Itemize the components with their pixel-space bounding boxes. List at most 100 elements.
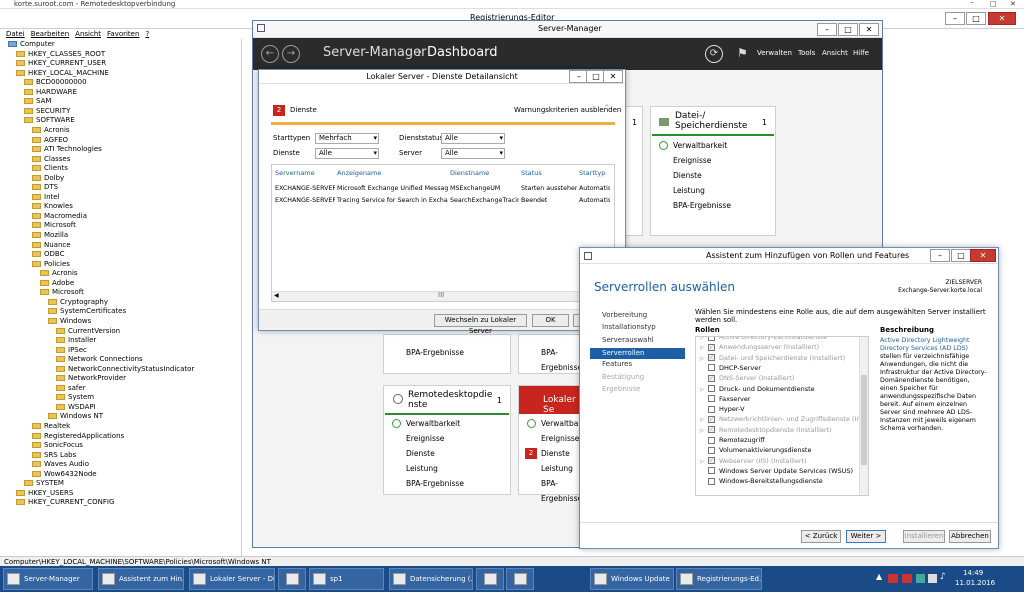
role-item[interactable]: Remotezugriff bbox=[700, 436, 765, 444]
goto-local-server-button[interactable]: Wechseln zu Lokaler Server bbox=[434, 314, 527, 335]
tree-node[interactable]: Installer bbox=[56, 336, 96, 346]
role-checkbox[interactable] bbox=[708, 436, 715, 444]
taskbar-button-9[interactable]: Windows Update bbox=[590, 568, 674, 590]
column-header[interactable]: Dienstname bbox=[450, 169, 489, 177]
role-checkbox[interactable] bbox=[708, 405, 715, 413]
role-item[interactable]: ▷ ✓ Anwendungsserver (Installiert) bbox=[700, 343, 819, 351]
card-item[interactable]: Ereignisse bbox=[519, 431, 579, 446]
card-top-left-partial[interactable]: 1 bbox=[623, 106, 643, 236]
role-item[interactable]: Windows-Bereitstellungsdienste bbox=[700, 477, 823, 485]
role-item[interactable]: ▷ Active Directory-Zertifikatdienste bbox=[700, 337, 827, 341]
taskbar-button-10[interactable]: Registrierungs-Ed... bbox=[676, 568, 762, 590]
tree-node[interactable]: Microsoft bbox=[32, 221, 76, 231]
collapse-chevron-icon[interactable]: ⌃ bbox=[603, 104, 611, 114]
card-item[interactable]: BPA-Ergebnisse bbox=[384, 476, 464, 491]
tray-shield-icon[interactable] bbox=[916, 574, 925, 583]
registry-menu-4[interactable]: ? bbox=[145, 30, 149, 38]
role-checkbox[interactable]: ✓ bbox=[708, 415, 715, 423]
card-left-bottom[interactable]: BPA-Ergebnisse bbox=[383, 334, 511, 374]
tree-node[interactable]: CurrentVersion bbox=[56, 327, 120, 337]
tree-node[interactable]: SystemCertificates bbox=[48, 307, 126, 317]
clock-time[interactable]: 14:49 bbox=[963, 569, 983, 577]
tree-node[interactable]: Adobe bbox=[40, 279, 74, 289]
taskbar-button-2[interactable]: Lokaler Server - Di... bbox=[189, 568, 275, 590]
wizard-nav-3[interactable]: Serverrollen bbox=[590, 347, 685, 359]
tree-node[interactable]: SonicFocus bbox=[32, 441, 83, 451]
tree-node[interactable]: ATI Technologies bbox=[32, 145, 102, 155]
card-remote-desktop[interactable]: Remotedesktopdienste 1 Verwaltbarkeit Ere… bbox=[383, 385, 511, 495]
column-header[interactable]: Status bbox=[521, 169, 542, 177]
sm-close-button[interactable]: ✕ bbox=[859, 23, 879, 36]
tree-node[interactable]: Windows bbox=[48, 317, 91, 327]
tree-node[interactable]: AGFEO bbox=[32, 136, 68, 146]
card-item[interactable]: Verwaltbarkeit bbox=[651, 138, 727, 153]
maximize-icon[interactable]: □ bbox=[990, 0, 997, 8]
column-header[interactable]: Servername bbox=[275, 169, 315, 177]
taskbar-button-3[interactable] bbox=[278, 568, 306, 590]
minimize-icon[interactable]: – bbox=[970, 0, 974, 6]
close-icon[interactable]: ✕ bbox=[1010, 0, 1016, 8]
tree-node[interactable]: HKEY_CLASSES_ROOT bbox=[16, 50, 105, 60]
card-item[interactable]: Leistung bbox=[651, 183, 705, 198]
tree-node[interactable]: WSDAPI bbox=[56, 403, 96, 413]
tree-node[interactable]: BCD00000000 bbox=[24, 78, 87, 88]
card-mid-bpa[interactable]: BPA-Ergebnisse bbox=[519, 345, 582, 372]
filter-select[interactable]: Alle bbox=[441, 133, 505, 144]
expand-arrow-icon[interactable]: ▷ bbox=[700, 417, 708, 423]
card-file-title[interactable]: Datei-/ Speicherdienste bbox=[675, 111, 755, 131]
tree-node[interactable]: NetworkProvider bbox=[56, 374, 126, 384]
filter-select[interactable]: Mehrfach bbox=[315, 133, 379, 144]
tree-node[interactable]: System bbox=[56, 393, 94, 403]
cancel-button[interactable]: Abbrechen bbox=[949, 530, 991, 543]
next-button[interactable]: Weiter > bbox=[846, 530, 886, 543]
description-link[interactable]: Active Directory Lightweight Directory S… bbox=[880, 337, 969, 352]
card-mid-bottom[interactable]: BPA-Ergebnisse bbox=[518, 334, 582, 374]
card-item[interactable]: Dienste bbox=[384, 446, 435, 461]
role-checkbox[interactable] bbox=[708, 364, 715, 372]
wizard-nav-2[interactable]: Serverauswahl bbox=[602, 336, 654, 344]
tree-node[interactable]: Nuance bbox=[32, 241, 71, 251]
tree-node[interactable]: Acronis bbox=[40, 269, 78, 279]
tree-node[interactable]: Acronis bbox=[32, 126, 70, 136]
tree-node[interactable]: Macromedia bbox=[32, 212, 87, 222]
filter-select[interactable]: Alle bbox=[441, 148, 505, 159]
card-local-server[interactable]: Lokaler Se Verwaltbarkeit Ereignisse 2 Dien… bbox=[518, 385, 595, 503]
role-checkbox[interactable]: ✓ bbox=[708, 343, 715, 351]
tree-node[interactable]: HARDWARE bbox=[24, 88, 77, 98]
sm-maximize-button[interactable]: □ bbox=[838, 23, 858, 36]
tray-chevron-icon[interactable]: ▲ bbox=[876, 572, 882, 581]
role-item[interactable]: ▷ ✓ Remotedesktopdienste (Installiert) bbox=[700, 426, 832, 434]
registry-minimize-button[interactable]: – bbox=[945, 12, 965, 25]
role-checkbox[interactable] bbox=[708, 337, 715, 341]
role-checkbox[interactable]: ✓ bbox=[708, 354, 715, 362]
card-item[interactable]: Ereignisse bbox=[651, 153, 711, 168]
wizard-nav-4[interactable]: Features bbox=[602, 360, 632, 368]
tree-node[interactable]: Policies bbox=[32, 260, 70, 270]
scroll-left-arrow[interactable]: ◀ bbox=[274, 292, 279, 299]
clock-date[interactable]: 11.01.2016 bbox=[955, 579, 995, 587]
tree-node[interactable]: SECURITY bbox=[24, 107, 70, 117]
roles-scrollbar[interactable] bbox=[859, 337, 868, 495]
role-checkbox[interactable] bbox=[708, 467, 715, 475]
card-item[interactable]: BPA-Ergebnisse bbox=[519, 476, 582, 503]
role-item[interactable]: ▷ Druck- und Dokumentdienste bbox=[700, 385, 815, 393]
tree-node[interactable]: Classes bbox=[32, 155, 70, 165]
tree-node[interactable]: SOFTWARE bbox=[24, 116, 75, 126]
wizard-maximize-button[interactable]: □ bbox=[951, 249, 971, 262]
taskbar-button-7[interactable] bbox=[476, 568, 504, 590]
table-horizontal-scrollbar[interactable]: III ◀ ▶ bbox=[272, 291, 614, 301]
wizard-minimize-button[interactable]: – bbox=[930, 249, 950, 262]
services-dialog-close-button[interactable]: ✕ bbox=[603, 70, 623, 83]
tree-node[interactable]: Windows NT bbox=[48, 412, 103, 422]
tree-node[interactable]: safer bbox=[56, 384, 86, 394]
tray-speaker-icon[interactable]: ♪ bbox=[940, 572, 946, 582]
role-item[interactable]: Hyper-V bbox=[700, 405, 745, 413]
registry-menu-0[interactable]: Datei bbox=[6, 30, 25, 38]
role-checkbox[interactable]: ✓ bbox=[708, 426, 715, 434]
expand-arrow-icon[interactable]: ▷ bbox=[700, 428, 708, 434]
role-item[interactable]: ▷ ✓ Datei- und Speicherdienste (Installier… bbox=[700, 354, 845, 362]
card-item[interactable]: Leistung bbox=[519, 461, 573, 476]
tree-node[interactable]: HKEY_CURRENT_USER bbox=[16, 59, 106, 69]
card-item[interactable]: Verwaltbarkeit bbox=[384, 416, 460, 431]
registry-maximize-button[interactable]: □ bbox=[966, 12, 986, 25]
